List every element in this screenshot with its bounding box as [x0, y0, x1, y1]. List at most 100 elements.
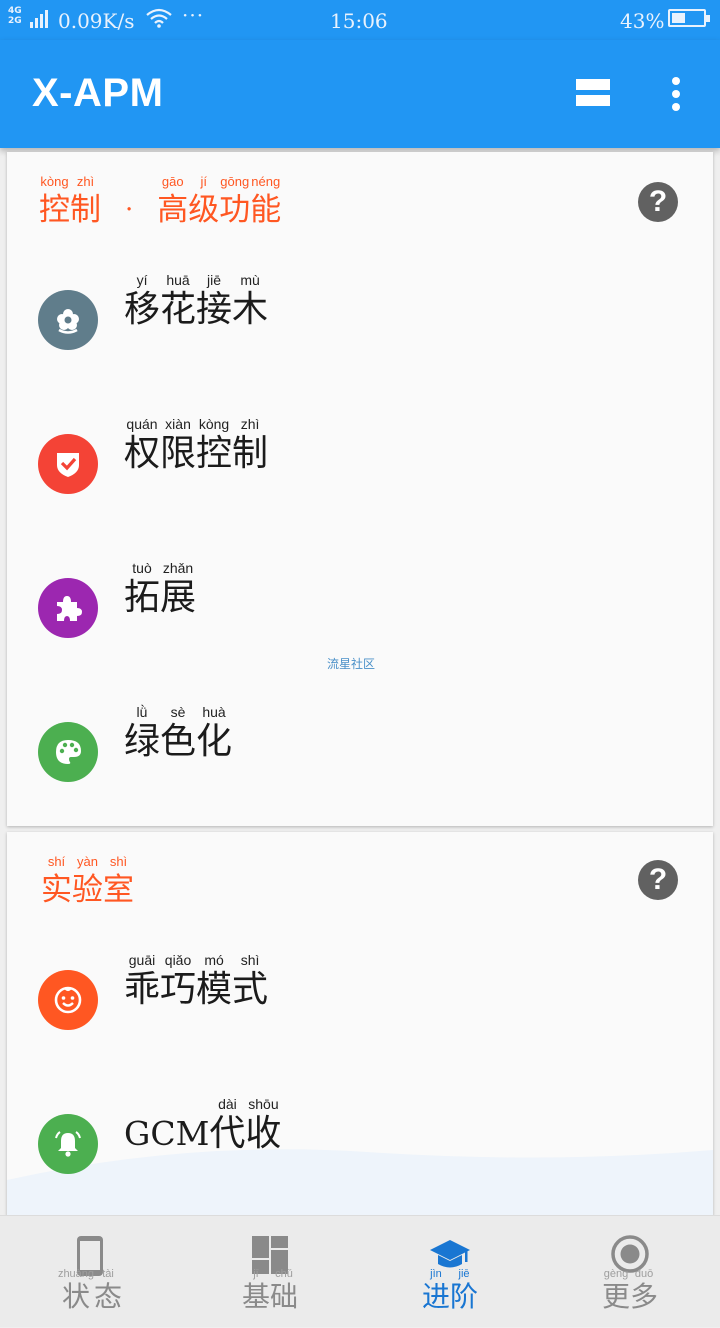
feature-label: tuò 拓 zhǎn 展: [124, 560, 196, 620]
more-notifications-icon: ···: [182, 3, 205, 27]
hanzi-text: 限: [160, 433, 197, 474]
help-button[interactable]: ?: [638, 182, 678, 222]
hanzi-text: 接: [196, 289, 233, 330]
hanzi-text: 化: [196, 721, 233, 762]
lab-card: shí 实 yàn 验 shì 室 ? guāi 乖 qiǎo 巧 mó 模 shì 式 GC…: [7, 832, 713, 1216]
hanzi-text: 移: [124, 289, 161, 330]
hanzi-text: 能: [250, 192, 282, 228]
status-bar: 4G 2G 0.09K/s ··· 15:06 43%: [0, 0, 720, 40]
network-speed: 0.09K/s: [58, 9, 135, 33]
nav-tab-more[interactable]: gèng 更 duō 多: [540, 1216, 720, 1328]
pinyin-text: guāi: [128, 952, 156, 968]
pinyin-text: jìn: [430, 1268, 442, 1280]
feature-label: GCM dài 代 shōu 收: [124, 1096, 282, 1156]
help-button[interactable]: ?: [638, 860, 678, 900]
pinyin-text: chǔ: [275, 1268, 293, 1280]
ruby-char: tài 态: [94, 1268, 122, 1314]
nav-tab-label: jī 基 chǔ 础: [180, 1268, 360, 1314]
ruby-char: shì 式: [232, 952, 268, 1012]
ruby-char: shōu 收: [245, 1096, 281, 1156]
feature-row-greenify[interactable]: lǜ 绿 sè 色 huà 化: [7, 692, 713, 812]
ruby-char: huā 花: [160, 272, 196, 332]
child-face-icon: [38, 970, 98, 1030]
feature-row-permission-control[interactable]: quán 权 xiàn 限 kòng 控 zhì 制: [7, 404, 713, 524]
ruby-char: zhì 制: [232, 416, 268, 476]
pinyin-text: zhǎn: [162, 560, 194, 576]
watermark: 流星社区: [327, 657, 376, 671]
ruby-char: zhuàng 状: [58, 1268, 94, 1314]
hanzi-text: 验: [72, 872, 103, 908]
ruby-char: kòng 控: [39, 174, 70, 230]
shield-check-icon: [38, 434, 98, 494]
hanzi-text: 态: [94, 1280, 123, 1313]
view-toggle-button[interactable]: [566, 70, 620, 118]
hanzi-text: 乖: [124, 969, 161, 1010]
ruby-char: yí 移: [124, 272, 160, 332]
nav-tab-status[interactable]: zhuàng 状 tài 态: [0, 1216, 180, 1328]
feature-row-cross-graft[interactable]: yí 移 huā 花 jiē 接 mù 木: [7, 260, 713, 380]
hanzi-text: 巧: [160, 969, 197, 1010]
ruby-char: mù 木: [232, 272, 268, 332]
bell-icon: [38, 1114, 98, 1174]
ruby-char: qiǎo 巧: [160, 952, 196, 1012]
pinyin-text: jí: [200, 174, 208, 189]
section-title-lab: shí 实 yàn 验 shì 室: [41, 854, 134, 910]
ruby-char: jí 级: [188, 174, 219, 230]
flower-icon: [38, 290, 98, 350]
nav-tab-label: jìn 进 jiē 阶: [360, 1268, 540, 1314]
hanzi-text: 控: [39, 192, 70, 228]
pinyin-text: quán: [126, 416, 158, 432]
feature-row-extension[interactable]: tuò 拓 zhǎn 展: [7, 548, 713, 668]
ruby-char: jìn 进: [422, 1268, 450, 1314]
ruby-char: jiē 阶: [450, 1268, 478, 1314]
ruby-char: shí 实: [41, 854, 72, 910]
overflow-menu-button[interactable]: [656, 70, 696, 118]
hanzi-text: 阶: [450, 1280, 479, 1313]
pinyin-text: shōu: [248, 1096, 279, 1112]
pinyin-text: zhì: [76, 174, 95, 189]
hanzi-text: 制: [70, 192, 101, 228]
ruby-char: huà 化: [196, 704, 232, 764]
pinyin-text: sè: [170, 704, 186, 720]
nav-tab-advanced[interactable]: jìn 进 jiē 阶: [360, 1216, 540, 1328]
hanzi-text: 模: [196, 969, 233, 1010]
feature-row-good-kid-mode[interactable]: guāi 乖 qiǎo 巧 mó 模 shì 式: [7, 940, 713, 1060]
pinyin-text: gèng: [603, 1268, 629, 1280]
hanzi-text: 式: [232, 969, 269, 1010]
pinyin-text: yàn: [77, 854, 98, 869]
ruby-char: chǔ 础: [270, 1268, 298, 1314]
feature-row-gcm-proxy[interactable]: GCM dài 代 shōu 收: [7, 1084, 713, 1204]
battery-percent: 43%: [620, 9, 665, 33]
nav-tab-basic[interactable]: jī 基 chǔ 础: [180, 1216, 360, 1328]
pinyin-text: tài: [102, 1268, 114, 1280]
ruby-char: jī 基: [242, 1268, 270, 1314]
hanzi-text: 权: [124, 433, 161, 474]
hanzi-text: 级: [188, 192, 220, 228]
ruby-char: zhì 制: [70, 174, 101, 230]
pinyin-text: shì: [109, 854, 128, 869]
hanzi-text: 木: [232, 289, 269, 330]
hanzi-text: 更: [601, 1280, 630, 1313]
pinyin-text: shì: [240, 952, 260, 968]
ruby-char: tuò 拓: [124, 560, 160, 620]
signal-icon: [30, 8, 50, 28]
pinyin-text: gōng: [220, 174, 250, 189]
section-title-advanced: kòng 控 zhì 制 · gāo 高 jí 级 gōng 功 néng 能: [39, 174, 282, 230]
app-bar: X-APM: [0, 40, 720, 148]
hanzi-text: 拓: [124, 577, 161, 618]
pinyin-text: gāo: [161, 174, 184, 189]
feature-label: quán 权 xiàn 限 kòng 控 zhì 制: [124, 416, 268, 476]
pinyin-text: shí: [47, 854, 66, 869]
pinyin-text: huā: [166, 272, 190, 288]
ruby-char: mó 模: [196, 952, 232, 1012]
hanzi-text: 础: [270, 1280, 299, 1313]
battery-icon: [668, 9, 710, 27]
ruby-char: quán 权: [124, 416, 160, 476]
pinyin-text: duō: [634, 1268, 654, 1280]
hanzi-text: 实: [41, 872, 72, 908]
pinyin-text: jiē: [458, 1268, 470, 1280]
pinyin-text: kòng: [40, 174, 69, 189]
feature-label: guāi 乖 qiǎo 巧 mó 模 shì 式: [124, 952, 268, 1012]
pinyin-text: yí: [136, 272, 148, 288]
ruby-char: zhǎn 展: [160, 560, 196, 620]
